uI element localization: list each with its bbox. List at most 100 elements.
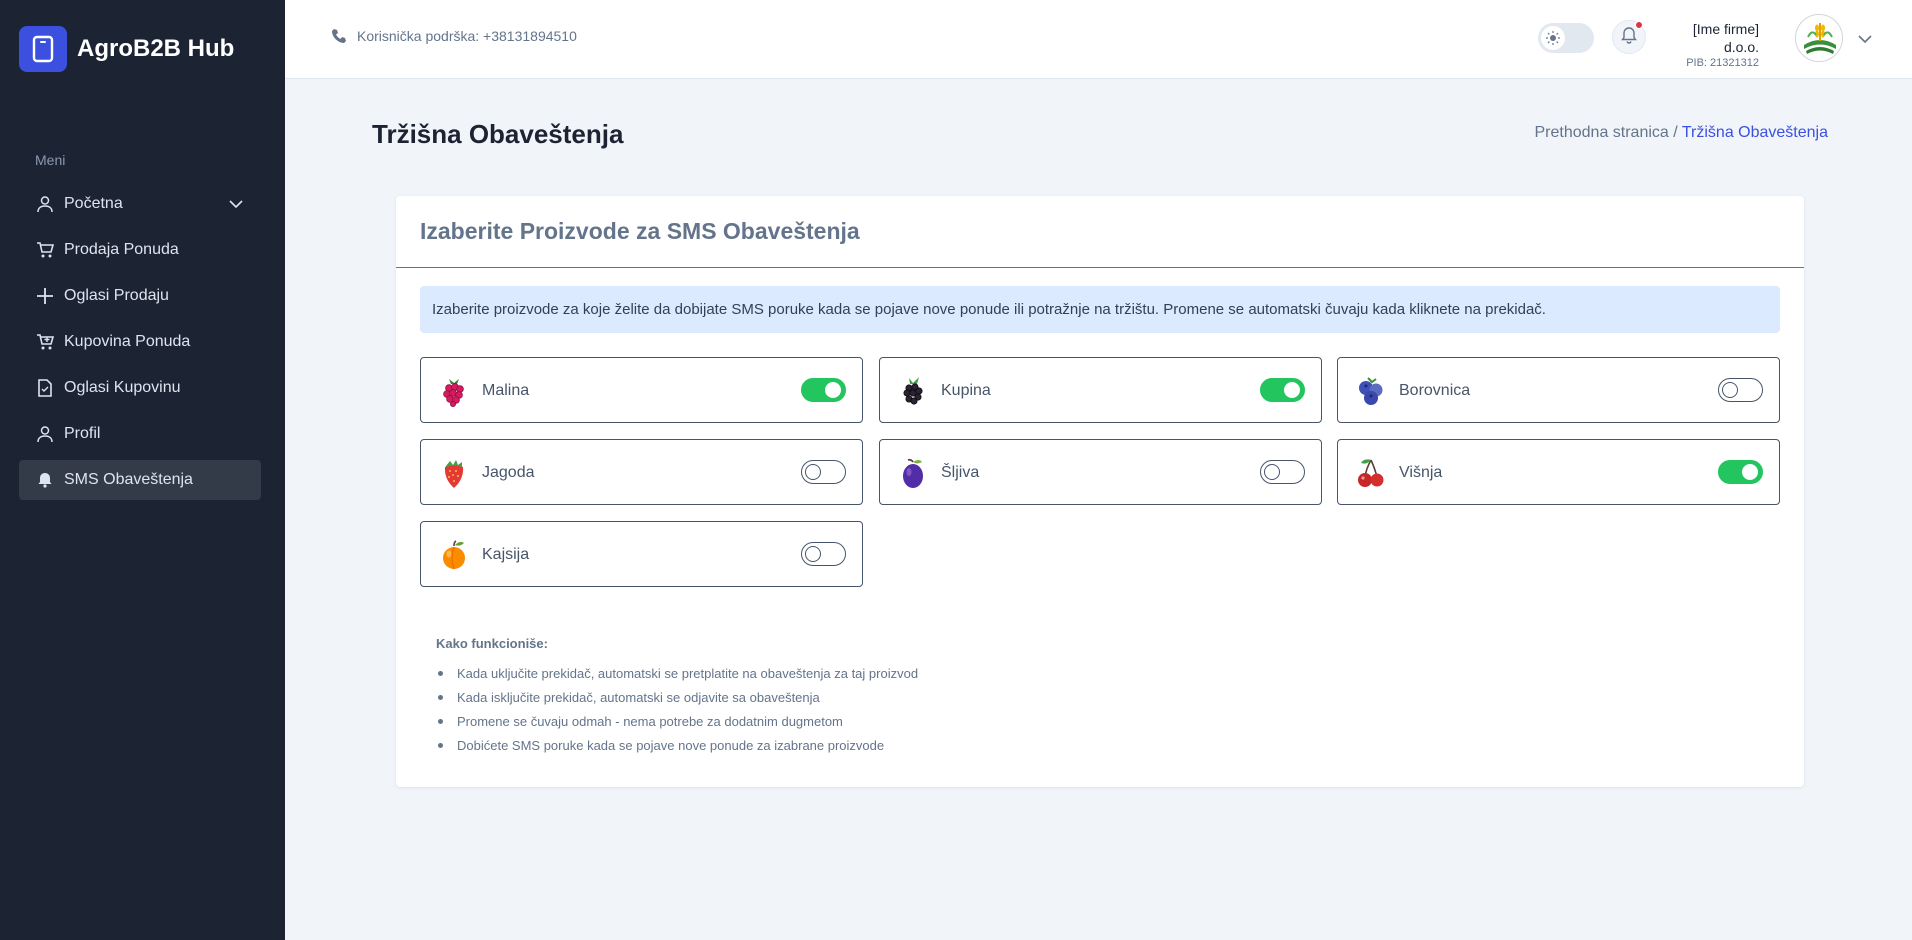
list-item: Kada isključite prekidač, automatski se … <box>436 685 918 709</box>
how-it-works-title: Kako funkcioniše: <box>436 636 548 651</box>
breadcrumb-prev-link[interactable]: Prethodna stranica / <box>1535 124 1678 141</box>
sidebar-item-label: Oglasi Kupovinu <box>64 379 181 396</box>
brand[interactable]: AgroB2B Hub <box>19 26 234 72</box>
sidebar-item-kupovina-ponuda[interactable]: Kupovina Ponuda <box>19 322 261 362</box>
product-label: Šljiva <box>941 464 980 481</box>
toggle-sljiva[interactable] <box>1260 460 1305 484</box>
toggle-knob <box>1264 464 1280 480</box>
breadcrumb-current: Tržišna Obaveštenja <box>1681 124 1828 141</box>
bullet-icon <box>438 694 443 700</box>
product-label: Borovnica <box>1399 382 1471 399</box>
plum-icon <box>898 457 928 489</box>
document-icon <box>35 378 55 398</box>
toggle-knob <box>1742 464 1758 480</box>
toggle-knob <box>805 464 821 480</box>
user-icon <box>35 424 55 444</box>
plus-icon <box>35 286 55 306</box>
breadcrumb: Prethodna stranica / Tržišna Obaveštenja <box>1535 124 1829 142</box>
sun-icon <box>1541 26 1565 50</box>
sidebar-item-oglasi-kupovinu[interactable]: Oglasi Kupovinu <box>19 368 261 408</box>
user-icon <box>35 194 55 214</box>
product-card-borovnica: Borovnica <box>1337 357 1780 423</box>
toggle-kupina[interactable] <box>1260 378 1305 402</box>
toggle-borovnica[interactable] <box>1718 378 1763 402</box>
list-item: Dobićete SMS poruke kada se pojave nove … <box>436 733 918 757</box>
toggle-knob <box>1722 382 1738 398</box>
card-header: Izaberite Proizvode za SMS Obaveštenja <box>396 196 1804 268</box>
toggle-knob <box>1284 382 1300 398</box>
sidebar-item-pocetna[interactable]: Početna <box>19 184 261 224</box>
sidebar-item-oglasi-prodaju[interactable]: Oglasi Prodaju <box>19 276 261 316</box>
apricot-icon <box>439 539 469 571</box>
how-it-works-list: Kada uključite prekidač, automatski se p… <box>436 661 918 757</box>
sidebar: AgroB2B Hub Meni Početna Prodaja Ponuda … <box>0 0 285 940</box>
list-item: Promene se čuvaju odmah - nema potrebe z… <box>436 709 918 733</box>
bell-icon <box>35 470 55 490</box>
product-label: Kajsija <box>482 546 530 563</box>
sidebar-item-label: Početna <box>64 195 123 212</box>
sidebar-item-label: Prodaja Ponuda <box>64 241 179 258</box>
list-item-text: Promene se čuvaju odmah - nema potrebe z… <box>457 713 843 729</box>
bullet-icon <box>438 718 443 724</box>
notification-dot <box>1635 21 1643 29</box>
product-label: Višnja <box>1399 464 1443 481</box>
sidebar-item-prodaja-ponuda[interactable]: Prodaja Ponuda <box>19 230 261 270</box>
raspberry-icon <box>439 375 469 407</box>
blackberry-icon <box>898 375 928 407</box>
page-title: Tržišna Obaveštenja <box>372 119 624 149</box>
list-item-text: Dobićete SMS poruke kada se pojave nove … <box>457 737 885 753</box>
strawberry-icon <box>439 457 469 489</box>
how-it-works: Kako funkcioniše: Kada uključite prekida… <box>436 636 918 757</box>
user-info[interactable]: [Ime firme] d.o.o. PIB: 21321312 <box>1665 20 1759 70</box>
toggle-knob <box>805 546 821 562</box>
product-card-jagoda: Jagoda <box>420 439 863 505</box>
product-label: Malina <box>482 382 530 399</box>
notifications-button[interactable] <box>1612 20 1646 54</box>
phone-icon <box>331 28 347 44</box>
blueberry-icon <box>1356 375 1386 407</box>
support-text: Korisnička podrška: +38131894510 <box>357 28 577 44</box>
top-header: Korisnička podrška: +38131894510 [Ime fi… <box>285 0 1912 79</box>
cherry-icon <box>1356 457 1386 489</box>
sidebar-item-label: Oglasi Prodaju <box>64 287 169 304</box>
list-item-text: Kada uključite prekidač, automatski se p… <box>457 665 919 681</box>
toggle-malina[interactable] <box>801 378 846 402</box>
toggle-knob <box>825 382 841 398</box>
sidebar-item-label: Profil <box>64 425 101 442</box>
brand-name: AgroB2B Hub <box>77 35 235 62</box>
brand-logo-icon <box>19 26 67 72</box>
list-item-text: Kada isključite prekidač, automatski se … <box>457 689 820 705</box>
product-label: Kupina <box>941 382 991 399</box>
product-card-kajsija: Kajsija <box>420 521 863 587</box>
product-card-visnja: Višnja <box>1337 439 1780 505</box>
sms-settings-card: Izaberite Proizvode za SMS Obaveštenja I… <box>396 196 1804 787</box>
product-card-sljiva: Šljiva <box>879 439 1322 505</box>
info-alert: Izaberite proizvode za koje želite da do… <box>420 286 1780 333</box>
sidebar-item-profil[interactable]: Profil <box>19 414 261 454</box>
chevron-down-icon[interactable] <box>1858 31 1872 49</box>
product-label: Jagoda <box>482 464 535 481</box>
menu-title: Meni <box>35 152 66 168</box>
user-name: [Ime firme] d.o.o. <box>1692 21 1759 55</box>
sidebar-item-sms-obavestenja[interactable]: SMS Obaveštenja <box>19 460 261 500</box>
cart-plus-icon <box>35 332 55 352</box>
toggle-kajsija[interactable] <box>801 542 846 566</box>
toggle-jagoda[interactable] <box>801 460 846 484</box>
list-item: Kada uključite prekidač, automatski se p… <box>436 661 918 685</box>
theme-toggle[interactable] <box>1538 23 1594 53</box>
bell-icon <box>1621 26 1637 49</box>
sidebar-item-label: SMS Obaveštenja <box>64 471 193 488</box>
sidebar-nav: Početna Prodaja Ponuda Oglasi Prodaju Ku… <box>19 184 261 506</box>
user-pib: PIB: 21321312 <box>1686 57 1759 69</box>
avatar[interactable] <box>1795 14 1843 62</box>
product-card-malina: Malina <box>420 357 863 423</box>
product-card-kupina: Kupina <box>879 357 1322 423</box>
toggle-visnja[interactable] <box>1718 460 1763 484</box>
chevron-down-icon <box>229 196 243 214</box>
cart-icon <box>35 240 55 260</box>
sidebar-item-label: Kupovina Ponuda <box>64 333 191 350</box>
card-title: Izaberite Proizvode za SMS Obaveštenja <box>420 218 860 244</box>
bullet-icon <box>438 742 443 748</box>
bullet-icon <box>438 670 443 676</box>
support-contact: Korisnička podrška: +38131894510 <box>331 28 577 44</box>
